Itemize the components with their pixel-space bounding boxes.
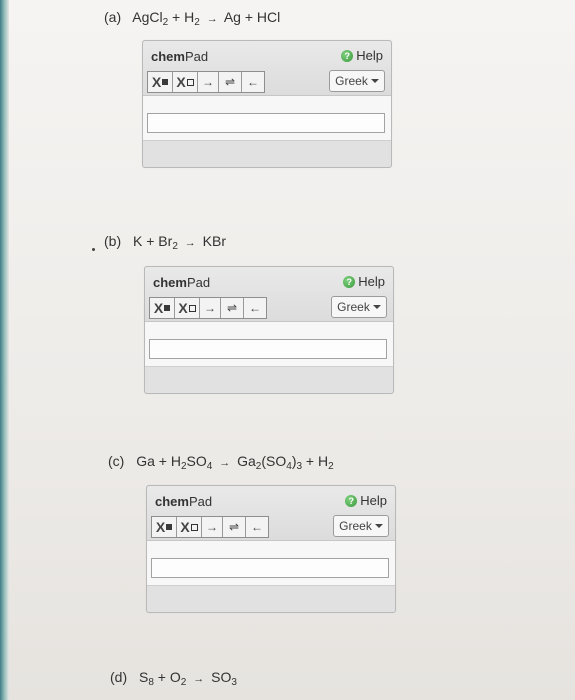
question-b: (b) K + Br2 → KBr: [104, 233, 226, 252]
chempad-c: chemPad ? Help X X → ⇌ ← Greek: [146, 485, 396, 613]
formula-text: (SO: [261, 453, 287, 469]
subscript-icon: [166, 524, 173, 530]
chempad-answer-area: [145, 322, 393, 367]
greek-dropdown[interactable]: Greek: [331, 296, 387, 318]
left-edge-strip: [0, 0, 9, 700]
answer-input[interactable]: [151, 558, 389, 578]
greek-dropdown[interactable]: Greek: [333, 515, 389, 537]
chempad-title: chemPad: [155, 494, 213, 509]
superscript-button[interactable]: X: [175, 298, 200, 318]
arrow-button[interactable]: →: [198, 72, 219, 92]
equilibrium-arrow-button[interactable]: ⇌: [219, 72, 242, 92]
help-label: Help: [358, 274, 385, 289]
answer-input[interactable]: [149, 339, 387, 359]
reaction-arrow: →: [219, 457, 231, 469]
subscript: 4: [206, 461, 213, 472]
help-icon: ?: [345, 494, 358, 507]
question-label: (d): [110, 669, 128, 685]
backspace-button[interactable]: ←: [244, 298, 266, 318]
chempad-title: chemPad: [153, 275, 211, 290]
chempad-toolbar: X X → ⇌ ←: [151, 516, 269, 538]
subscript: 2: [172, 241, 178, 252]
subscript-button[interactable]: X: [150, 298, 175, 318]
question-label: (c): [108, 453, 125, 469]
chevron-down-icon: [372, 305, 381, 309]
help-link[interactable]: ? Help: [341, 48, 383, 63]
greek-label: Greek: [339, 519, 372, 533]
help-link[interactable]: ? Help: [345, 493, 387, 508]
formula-text: Ga: [237, 453, 256, 469]
greek-label: Greek: [335, 74, 368, 88]
greek-dropdown[interactable]: Greek: [329, 70, 385, 92]
formula-text: + H: [302, 453, 329, 469]
greek-label: Greek: [337, 300, 370, 314]
formula-text: AgCl: [132, 9, 163, 25]
equilibrium-arrow-button[interactable]: ⇌: [223, 517, 246, 537]
subscript: 3: [231, 677, 237, 688]
backspace-button[interactable]: ←: [242, 72, 264, 92]
chevron-down-icon: [370, 79, 379, 83]
help-icon: ?: [343, 275, 356, 288]
reaction-arrow: →: [184, 237, 196, 249]
formula-text: Ag + HCl: [223, 9, 281, 25]
subscript-icon: [162, 79, 169, 85]
arrow-button[interactable]: →: [200, 298, 221, 318]
chempad-a: chemPad ? Help X X → ⇌ ← Greek: [142, 40, 392, 168]
equilibrium-arrow-button[interactable]: ⇌: [221, 298, 244, 318]
backspace-button[interactable]: ←: [246, 517, 268, 537]
chempad-b: chemPad ? Help X X → ⇌ ← Greek: [144, 266, 394, 394]
help-label: Help: [356, 48, 383, 63]
subscript-button[interactable]: X: [152, 517, 177, 537]
chempad-answer-area: [147, 541, 395, 586]
chempad-header: chemPad ? Help X X → ⇌ ← Greek: [145, 267, 393, 322]
formula-text: K + Br: [133, 233, 173, 249]
arrow-button[interactable]: →: [202, 517, 223, 537]
subscript: 2: [180, 677, 187, 688]
formula-text: + O: [153, 669, 181, 685]
superscript-icon: [188, 304, 196, 312]
superscript-icon: [186, 78, 194, 86]
superscript-icon: [190, 523, 198, 531]
superscript-button[interactable]: X: [177, 517, 202, 537]
chempad-header: chemPad ? Help X X → ⇌ ← Greek: [143, 41, 391, 96]
question-label: (a): [104, 9, 122, 25]
subscript-button[interactable]: X: [148, 72, 173, 92]
formula-text: SO: [211, 669, 232, 685]
formula-text: Ga + H: [136, 453, 181, 469]
chempad-toolbar: X X → ⇌ ←: [149, 297, 267, 319]
question-label: (b): [104, 233, 122, 249]
reaction-arrow: →: [193, 673, 205, 685]
chempad-answer-area: [143, 96, 391, 141]
reaction-arrow: →: [206, 13, 218, 25]
chevron-down-icon: [374, 524, 383, 528]
superscript-button[interactable]: X: [173, 72, 198, 92]
question-a: (a) AgCl2 + H2 → Ag + HCl: [104, 9, 280, 28]
help-link[interactable]: ? Help: [343, 274, 385, 289]
formula-text: SO: [186, 453, 207, 469]
formula-text: KBr: [202, 233, 226, 249]
chempad-title: chemPad: [151, 49, 209, 64]
subscript: 2: [194, 17, 200, 28]
subscript-icon: [164, 305, 171, 311]
answer-input[interactable]: [147, 113, 385, 133]
question-c: (c) Ga + H2SO4 → Ga2(SO4)3 + H2: [108, 453, 334, 472]
subscript: 2: [328, 461, 334, 472]
formula-text: S: [139, 669, 149, 685]
help-label: Help: [360, 493, 387, 508]
chempad-toolbar: X X → ⇌ ←: [147, 71, 265, 93]
question-d: (d) S8 + O2 → SO3: [110, 669, 237, 688]
bullet-dot: [92, 248, 95, 251]
formula-text: + H: [168, 9, 195, 25]
help-icon: ?: [341, 49, 354, 62]
chempad-header: chemPad ? Help X X → ⇌ ← Greek: [147, 486, 395, 541]
